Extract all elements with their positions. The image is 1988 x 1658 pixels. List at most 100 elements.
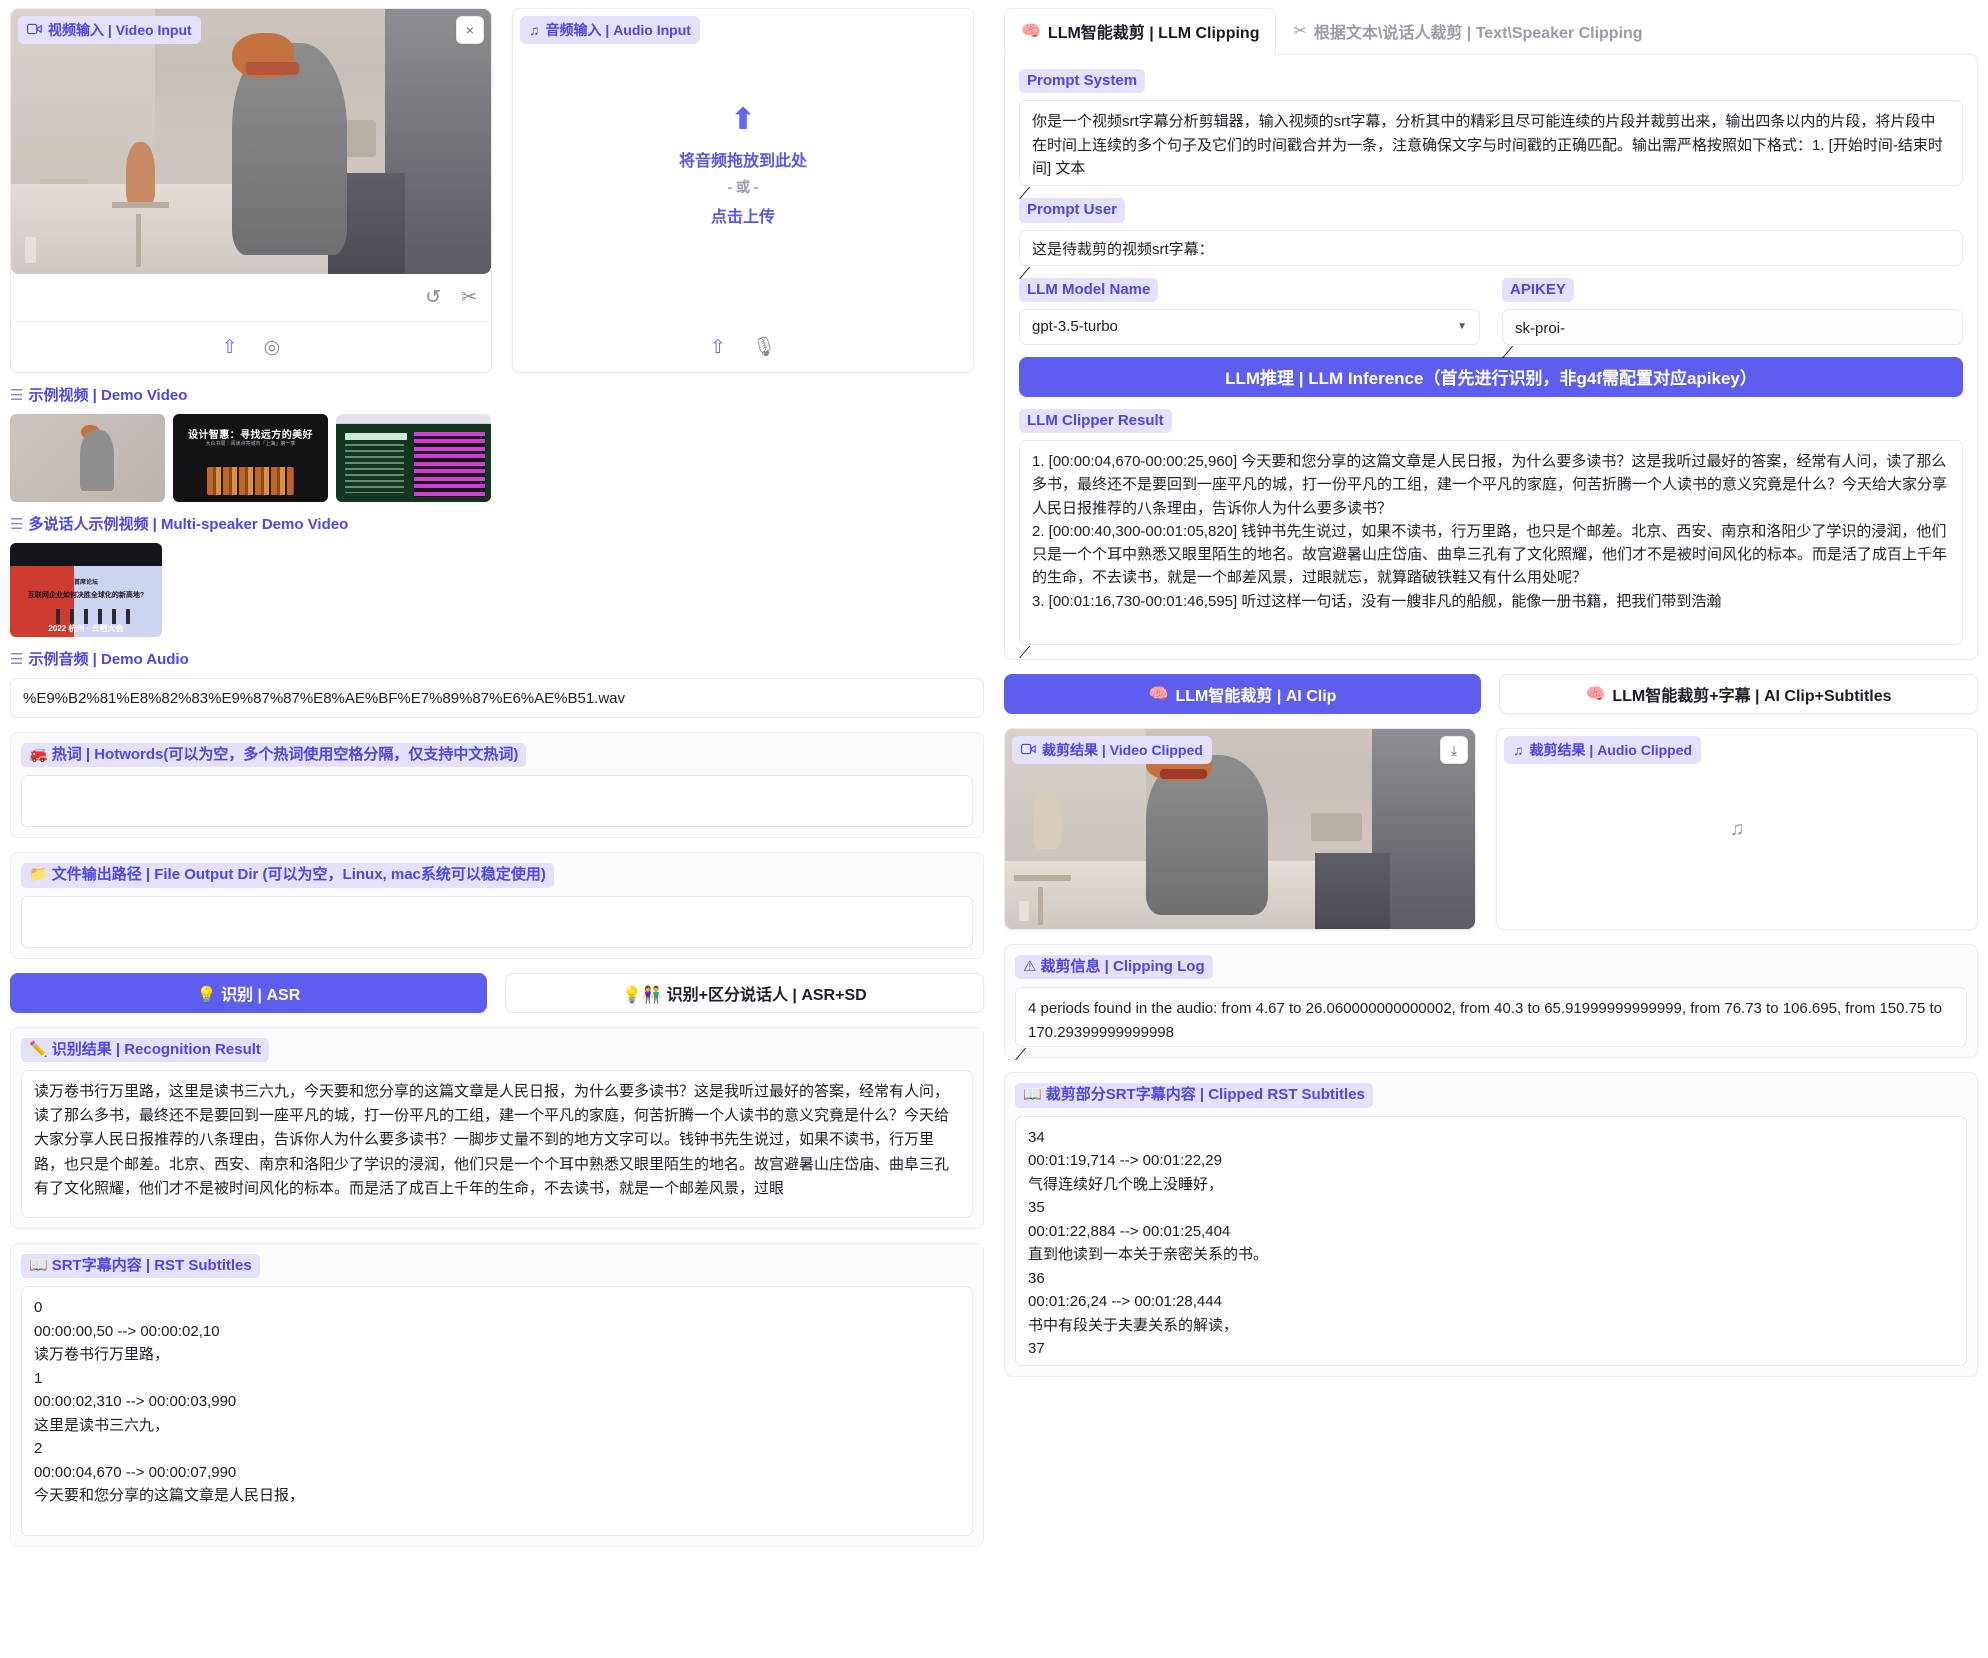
file-output-dir-label: 📁文件输出路径 | File Output Dir (可以为空，Linux, m… bbox=[21, 863, 554, 887]
folder-icon: 📁 bbox=[29, 866, 48, 883]
apikey-label: APIKEY bbox=[1502, 278, 1574, 302]
books-graphic bbox=[207, 467, 294, 495]
poster-line1: 首席论坛 bbox=[10, 577, 162, 586]
hotwords-block: 🚒热词 | Hotwords(可以为空，多个热词使用空格分隔，仅支持中文热词) bbox=[10, 732, 984, 838]
audio-dropzone[interactable]: ⬆ 将音频拖放到此处 - 或 - 点击上传 bbox=[513, 9, 973, 322]
webcam-icon[interactable]: ◎ bbox=[264, 336, 281, 359]
resize-handle[interactable]: ⟋ bbox=[1015, 1047, 1026, 1064]
audio-clipped-label-text: 裁剪结果 | Audio Clipped bbox=[1530, 740, 1693, 760]
demo-audio-value[interactable]: %E9%B2%81%E8%82%83%E9%87%87%E8%AE%BF%E7%… bbox=[10, 678, 984, 718]
ai-clip-subtitles-button-label: LLM智能裁剪+字幕 | AI Clip+Subtitles bbox=[1612, 682, 1891, 706]
demo-video-thumb-2[interactable]: 设计智惠：寻找远方的美好 大众书局｜阅读点亮城市「上海」第一季 bbox=[173, 414, 328, 502]
resize-handle[interactable]: ⟋ bbox=[1019, 266, 1030, 283]
tab-llm-clipping-label: LLM智能裁剪 | LLM Clipping bbox=[1048, 19, 1260, 43]
apikey-input[interactable]: sk-proi- bbox=[1502, 309, 1963, 345]
video-clipped-block[interactable]: 裁剪结果 | Video Clipped ⤓ bbox=[1004, 728, 1476, 930]
chevron-down-icon: ▼ bbox=[1457, 321, 1467, 332]
left-column: 视频输入 | Video Input × ↺ ✂ bbox=[0, 0, 994, 1658]
model-apikey-row: LLM Model Name gpt-3.5-turbo ▼ APIKEY sk… bbox=[1019, 278, 1963, 345]
video-preview[interactable] bbox=[11, 9, 491, 274]
recognition-result-text[interactable]: 读万卷书行万里路，这里是读书三六九，今天要和您分享的这篇文章是人民日报，为什么要… bbox=[21, 1070, 973, 1218]
prompt-user-label: Prompt User bbox=[1019, 198, 1125, 222]
multispeaker-demo-label: ☰多说话人示例视频 | Multi-speaker Demo Video bbox=[10, 516, 348, 533]
warning-icon: ⚠ bbox=[1023, 958, 1036, 975]
demo-audio-label: ☰示例音频 | Demo Audio bbox=[10, 651, 189, 668]
srt-subtitles-text[interactable]: 0 00:00:00,50 --> 00:00:02,10 读万卷书行万里路， … bbox=[21, 1286, 973, 1536]
resize-handle[interactable]: ⟋ bbox=[1019, 645, 1030, 662]
multispeaker-thumb-1[interactable]: 首席论坛 互联网企业如何决胜全球化的新高地? 2022 杭州 · 云栖大会 bbox=[10, 543, 162, 637]
video-clipped-label-text: 裁剪结果 | Video Clipped bbox=[1042, 740, 1203, 760]
close-icon[interactable]: × bbox=[456, 16, 484, 44]
video-edit-toolbar: ↺ ✂ bbox=[11, 274, 491, 322]
tab-text-speaker-clipping[interactable]: ✂ 根据文本\说话人裁剪 | Text\Speaker Clipping bbox=[1276, 8, 1659, 54]
prompt-system-field: Prompt System 你是一个视频srt字幕分析剪辑器，输入视频的srt字… bbox=[1019, 69, 1963, 186]
clipper-result-field: LLM Clipper Result 1. [00:00:04,670-00:0… bbox=[1019, 409, 1963, 645]
asr-sd-button[interactable]: 💡👫 识别+区分说话人 | ASR+SD bbox=[505, 973, 984, 1013]
clipper-result-text[interactable]: 1. [00:00:04,670-00:00:25,960] 今天要和您分享的这… bbox=[1019, 440, 1963, 645]
undo-icon[interactable]: ↺ bbox=[425, 286, 441, 309]
srt-subtitles-label: 📖SRT字幕内容 | RST Subtitles bbox=[21, 1254, 260, 1278]
demo-video-section: ☰示例视频 | Demo Video 设计智惠：寻找远方的美好 大众书局｜阅读点… bbox=[10, 387, 984, 502]
hotwords-label: 🚒热词 | Hotwords(可以为空，多个热词使用空格分隔，仅支持中文热词) bbox=[21, 743, 526, 767]
audio-input-block[interactable]: ♫ 音频输入 | Audio Input ⬆ 将音频拖放到此处 - 或 - 点击… bbox=[512, 8, 974, 373]
clipper-result-label: LLM Clipper Result bbox=[1019, 409, 1172, 433]
video-input-block[interactable]: 视频输入 | Video Input × ↺ ✂ bbox=[10, 8, 492, 373]
llm-model-field: LLM Model Name gpt-3.5-turbo ▼ bbox=[1019, 278, 1480, 345]
llm-clipping-panel: Prompt System 你是一个视频srt字幕分析剪辑器，输入视频的srt字… bbox=[1004, 54, 1978, 660]
scissors-icon: ✂ bbox=[1293, 21, 1306, 41]
audio-input-label: ♫ 音频输入 | Audio Input bbox=[520, 16, 700, 44]
file-output-dir-input[interactable] bbox=[21, 896, 973, 948]
book-icon: 📖 bbox=[1023, 1086, 1042, 1103]
brain-icon: 🧠 bbox=[1149, 684, 1169, 704]
video-camera-icon bbox=[1021, 742, 1036, 758]
tab-llm-clipping[interactable]: 🧠 LLM智能裁剪 | LLM Clipping bbox=[1004, 8, 1276, 55]
asr-button[interactable]: 💡 识别 | ASR bbox=[10, 973, 487, 1013]
demo-video-thumb-1[interactable] bbox=[10, 414, 165, 502]
pencil-icon: ✏️ bbox=[29, 1041, 48, 1058]
llm-model-select[interactable]: gpt-3.5-turbo ▼ bbox=[1019, 309, 1480, 345]
clipped-results-row: 裁剪结果 | Video Clipped ⤓ bbox=[1004, 728, 1978, 930]
tab-bar: 🧠 LLM智能裁剪 | LLM Clipping ✂ 根据文本\说话人裁剪 | … bbox=[1004, 8, 1978, 54]
poster-line2: 互联网企业如何决胜全球化的新高地? bbox=[10, 590, 162, 600]
audio-drop-line2[interactable]: 点击上传 bbox=[711, 203, 775, 227]
hotwords-input[interactable] bbox=[21, 775, 973, 827]
audio-upload-bar: ⇧ 🎙 bbox=[513, 322, 973, 372]
video-frame-image bbox=[11, 9, 491, 274]
demo-video-label: ☰示例视频 | Demo Video bbox=[10, 387, 187, 404]
upload-icon[interactable]: ⇧ bbox=[710, 336, 726, 359]
prompt-user-field: Prompt User 这是待裁剪的视频srt字幕： ⟋ bbox=[1019, 198, 1963, 265]
audio-clipped-block[interactable]: ♫ 裁剪结果 | Audio Clipped ♫ bbox=[1496, 728, 1978, 930]
upload-arrow-icon: ⬆ bbox=[730, 105, 755, 135]
resize-handle[interactable]: ⟋ bbox=[1502, 345, 1513, 362]
apikey-field: APIKEY sk-proi- ⟋ bbox=[1502, 278, 1963, 345]
microphone-icon[interactable]: 🎙 bbox=[752, 335, 776, 359]
recognition-result-block: ✏️识别结果 | Recognition Result 读万卷书行万里路，这里是… bbox=[10, 1027, 984, 1229]
resize-handle[interactable]: ⟋ bbox=[1019, 186, 1030, 203]
poster-line3: 2022 杭州 · 云栖大会 bbox=[10, 623, 162, 634]
llm-model-label: LLM Model Name bbox=[1019, 278, 1158, 302]
tab-text-speaker-clipping-label: 根据文本\说话人裁剪 | Text\Speaker Clipping bbox=[1314, 19, 1643, 43]
upload-icon[interactable]: ⇧ bbox=[222, 336, 238, 359]
prompt-user-input[interactable]: 这是待裁剪的视频srt字幕： bbox=[1019, 230, 1963, 266]
prompt-system-label: Prompt System bbox=[1019, 69, 1145, 93]
llm-inference-button[interactable]: LLM推理 | LLM Inference（首先进行识别，非g4f需配置对应ap… bbox=[1019, 357, 1963, 397]
file-output-dir-block: 📁文件输出路径 | File Output Dir (可以为空，Linux, m… bbox=[10, 852, 984, 958]
clipping-log-text[interactable]: 4 periods found in the audio: from 4.67 … bbox=[1015, 987, 1967, 1047]
multispeaker-demo-section: ☰多说话人示例视频 | Multi-speaker Demo Video 首席论… bbox=[10, 516, 984, 637]
video-input-label: 视频输入 | Video Input bbox=[18, 16, 201, 44]
video-upload-bar: ⇧ ◎ bbox=[11, 322, 491, 372]
brain-icon: 🧠 bbox=[1585, 684, 1605, 704]
asr-button-row: 💡 识别 | ASR 💡👫 识别+区分说话人 | ASR+SD bbox=[10, 973, 984, 1013]
ai-clip-subtitles-button[interactable]: 🧠 LLM智能裁剪+字幕 | AI Clip+Subtitles bbox=[1499, 674, 1978, 714]
audio-drop-or: - 或 - bbox=[727, 177, 758, 197]
srt-subtitles-block: 📖SRT字幕内容 | RST Subtitles 0 00:00:00,50 -… bbox=[10, 1243, 984, 1547]
thumb-subtitle: 大众书局｜阅读点亮城市「上海」第一季 bbox=[173, 441, 328, 449]
demo-video-thumb-3[interactable] bbox=[336, 414, 491, 502]
download-icon[interactable]: ⤓ bbox=[1440, 736, 1468, 764]
ai-clip-button[interactable]: 🧠 LLM智能裁剪 | AI Clip bbox=[1004, 674, 1481, 714]
prompt-system-input[interactable]: 你是一个视频srt字幕分析剪辑器，输入视频的srt字幕，分析其中的精彩且尽可能连… bbox=[1019, 100, 1963, 186]
scissors-icon[interactable]: ✂ bbox=[461, 286, 477, 309]
list-icon: ☰ bbox=[10, 651, 23, 668]
ai-clip-button-label: LLM智能裁剪 | AI Clip bbox=[1176, 682, 1337, 706]
clipped-srt-text[interactable]: 34 00:01:19,714 --> 00:01:22,29 气得连续好几个晚… bbox=[1015, 1116, 1967, 1366]
